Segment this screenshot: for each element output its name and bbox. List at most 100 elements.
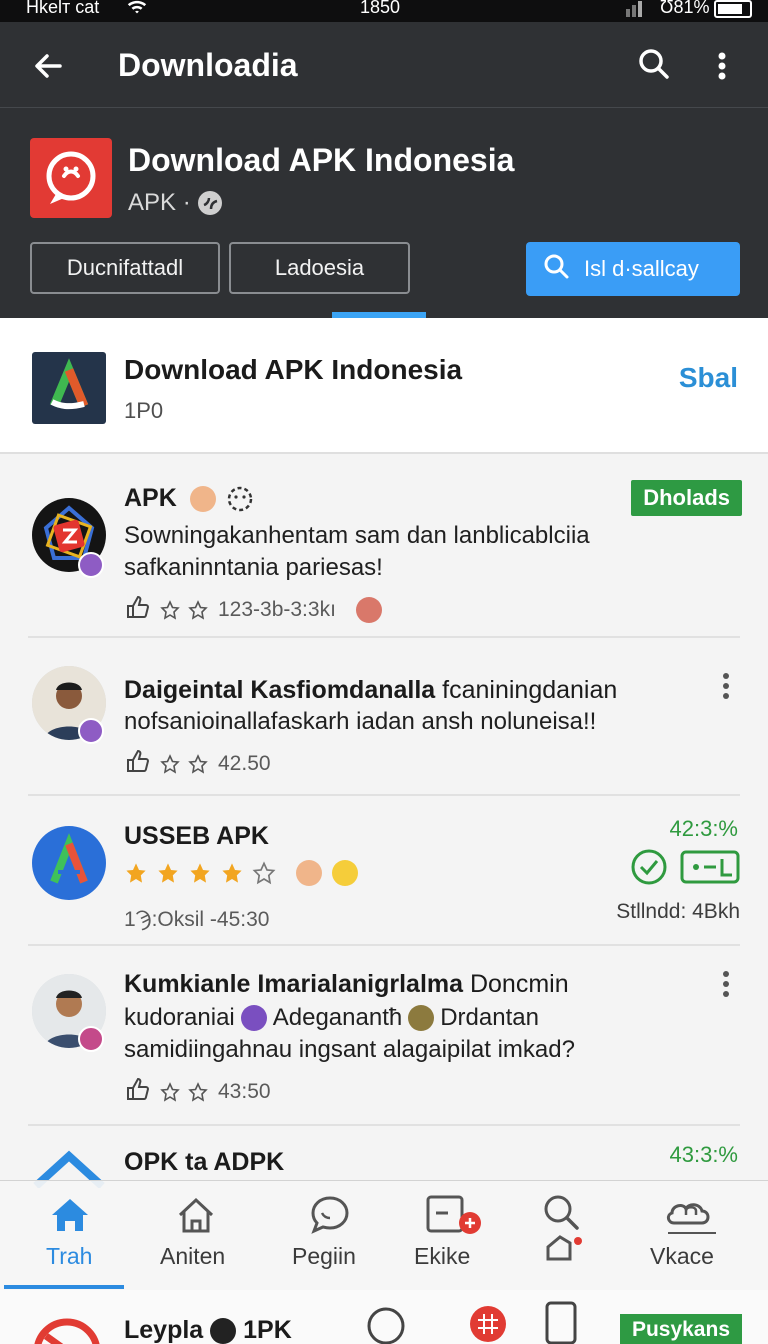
battery-percent: Ʊ81% [660, 0, 710, 17]
filter-chip-download[interactable]: Ducnifattadl [30, 242, 220, 294]
gear-face-icon [223, 484, 257, 512]
featured-app-card[interactable]: Download APK Indonesia 1P0 Sbal [0, 318, 768, 454]
item-description-line-2: safkaninntania pariesas! [124, 554, 383, 581]
home-icon [48, 1193, 92, 1237]
item-percent: 43:3:% [669, 1142, 739, 1167]
nav-item-home[interactable]: Trah [0, 1181, 140, 1291]
nav-active-indicator [4, 1285, 124, 1289]
app-bar: Downloadia [0, 22, 768, 108]
item-title: APK [124, 484, 257, 514]
star-rating [124, 861, 276, 885]
nav-item-vkace[interactable]: Vkace [630, 1181, 750, 1291]
item-size: Stllndd: 4Bkh [616, 900, 740, 923]
app-title: Downloadia [118, 47, 298, 83]
item-description-line-1: Sowningakanhentam sam dan lanblicablciia [124, 522, 590, 549]
signal-icon [624, 0, 650, 22]
list-item[interactable]: Daigeintal Kasfiomdanalla fcaniningdania… [0, 638, 768, 796]
header: Downloadia Download APK Indonesia APK · … [0, 22, 768, 318]
circle-outline-icon[interactable] [366, 1306, 406, 1344]
item-meta: 43:50 [124, 1076, 271, 1108]
status-bar: Hkelт cat 1850 Ʊ81% [0, 0, 768, 22]
app-avatar [32, 826, 106, 900]
person-emoji-icon [210, 1318, 237, 1344]
list-item[interactable]: USSEB APK 42:3:% 1Ϡ:Oksil -45:30 Stllndd… [0, 796, 768, 946]
thumbs-up-icon[interactable] [124, 748, 150, 780]
cloud-lock-icon [662, 1193, 716, 1237]
download-install-icon[interactable] [680, 850, 740, 889]
item-meta: 123-3b-3:3kı [124, 594, 382, 626]
person-emoji-icon [189, 486, 216, 513]
hero-subtitle: APK · [128, 189, 191, 216]
thumbs-up-icon[interactable] [124, 1076, 150, 1108]
featured-app-title: Download APK Indonesia [124, 354, 463, 385]
house-outline-icon [174, 1193, 218, 1237]
filter-chip-indonesia[interactable]: Ladoesia [229, 242, 410, 294]
animal-emoji-icon [408, 1005, 435, 1031]
star-rating [160, 600, 208, 620]
person-emoji-icon [296, 860, 322, 886]
more-vertical-icon[interactable] [710, 48, 734, 84]
nav-label: Trah [46, 1243, 93, 1269]
featured-app-subtitle: 1P0 [124, 398, 164, 423]
peek-list-item[interactable]: Leypla 1PK Pusykans [0, 1290, 768, 1344]
search-button[interactable]: Isl d·sallcay [526, 242, 740, 296]
list-item[interactable]: APK Dholads Sowningakanhentam sam dan la… [0, 454, 768, 638]
grid-badge-icon[interactable] [468, 1304, 508, 1344]
nav-label: Aniten [160, 1243, 226, 1269]
more-options-icon[interactable] [718, 672, 734, 700]
blocked-icon [32, 1312, 102, 1344]
app-logo [30, 138, 112, 218]
more-options-icon[interactable] [718, 970, 734, 998]
verified-icon [197, 190, 223, 216]
list-item[interactable]: OPK ta ADPK 43:3:% [0, 1126, 768, 1189]
pin-badge-icon [78, 552, 104, 578]
item-description-line-1: nofsanioinallafaskarh iadan ansh nolunei… [124, 708, 597, 735]
rating-row [124, 860, 358, 886]
featured-app-logo [32, 352, 106, 424]
pin-badge-icon [78, 1026, 104, 1052]
nav-label: Pegiin [292, 1243, 356, 1269]
item-meta: 1Ϡ:Oksil -45:30 [124, 908, 269, 932]
item-title: Daigeintal Kasfiomdanalla fcaniningdania… [124, 676, 618, 704]
list-item[interactable]: Kumkianle Imarialanigrlalma Doncmin kudo… [0, 946, 768, 1126]
peek-badge[interactable]: Pusykans [619, 1314, 742, 1344]
peek-title: Leypla 1PK [124, 1316, 292, 1344]
item-title: USSEB APK [124, 822, 269, 850]
alien-emoji-icon [240, 1005, 267, 1031]
nav-item-search-tag[interactable] [520, 1181, 610, 1291]
item-description-line-1: kudoraniai Adeganantħ Drdantan [124, 1004, 539, 1031]
item-stats: 1Ϡ:Oksil -45:30 [124, 908, 270, 931]
user-emoji-icon [355, 597, 382, 623]
item-stats: 43:50 [218, 1080, 271, 1103]
item-percent: 42:3:% [669, 816, 739, 841]
nav-item-ekike[interactable]: Ekike [400, 1181, 500, 1291]
check-circle-icon[interactable] [630, 848, 668, 891]
chat-bubble-icon [308, 1193, 352, 1237]
back-arrow-icon[interactable] [30, 48, 66, 84]
pin-badge-icon [78, 718, 104, 744]
nav-item-pegiin[interactable]: Pegiin [270, 1181, 390, 1291]
item-stats: 123-3b-3:3kı [218, 598, 336, 621]
item-title: OPK ta ADPK [124, 1148, 285, 1176]
star-rating [160, 1082, 208, 1102]
search-icon [542, 252, 570, 286]
hero-subtitle-row: APK · [128, 189, 223, 217]
downloads-badge[interactable]: Dholads [631, 480, 742, 516]
search-button-label: Isl d·sallcay [584, 256, 699, 281]
hero-title: Download APK Indonesia [128, 142, 515, 178]
search-tag-icon [540, 1191, 584, 1261]
laughing-emoji-icon [332, 860, 358, 886]
item-title: Kumkianle Imarialanigrlalma Doncmin [124, 970, 569, 998]
phone-icon[interactable] [544, 1300, 578, 1344]
thumbs-up-icon[interactable] [124, 594, 150, 626]
item-description-line-2: samidiingahnau ingsant alagaipilat imkad… [124, 1036, 575, 1063]
inbox-icon [426, 1193, 481, 1237]
bottom-navigation: Trah Aniten Pegiin Ekike Vkace [0, 1180, 768, 1290]
featured-action-link[interactable]: Sbal [679, 362, 738, 394]
search-icon[interactable] [636, 46, 672, 82]
carrier-label: Hkelт cat [26, 0, 100, 17]
nav-label: Ekike [414, 1243, 471, 1269]
nav-item-aniten[interactable]: Aniten [140, 1181, 260, 1291]
nav-label: Vkace [650, 1243, 714, 1269]
wifi-icon [126, 0, 148, 23]
